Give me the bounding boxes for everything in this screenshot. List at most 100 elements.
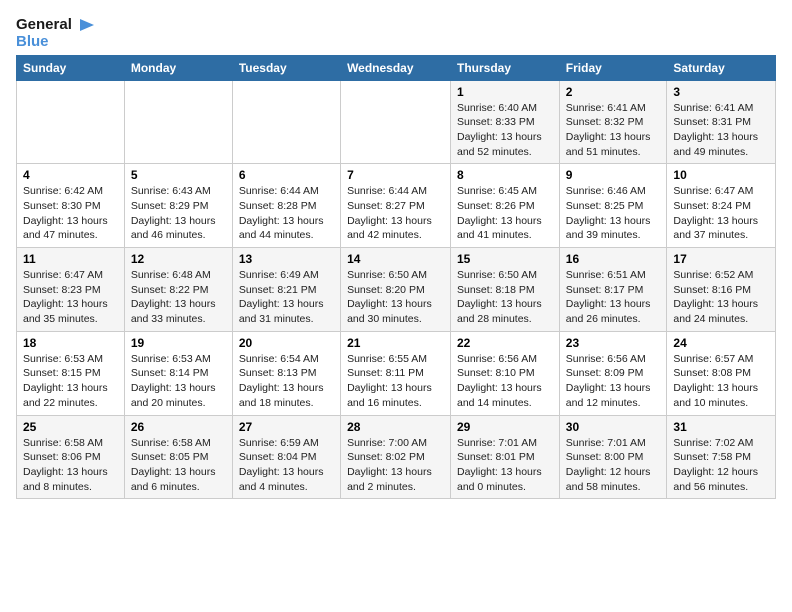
day-cell: 6 Sunrise: 6:44 AMSunset: 8:28 PMDaylight… [232, 164, 340, 248]
week-row-4: 18 Sunrise: 6:53 AMSunset: 8:15 PMDayligh… [17, 331, 776, 415]
day-info: Sunrise: 6:44 AMSunset: 8:28 PMDaylight:… [239, 184, 334, 243]
day-cell: 19 Sunrise: 6:53 AMSunset: 8:14 PMDayligh… [124, 331, 232, 415]
day-cell: 15 Sunrise: 6:50 AMSunset: 8:18 PMDayligh… [451, 248, 560, 332]
week-row-5: 25Sunrise: 6:58 AMSunset: 8:06 PMDayligh… [17, 415, 776, 499]
col-header-saturday: Saturday [667, 55, 776, 80]
day-info: Sunrise: 6:48 AMSunset: 8:22 PMDaylight:… [131, 268, 226, 327]
day-cell: 1 Sunrise: 6:40 AMSunset: 8:33 PMDaylight… [451, 80, 560, 164]
day-cell: 12 Sunrise: 6:48 AMSunset: 8:22 PMDayligh… [124, 248, 232, 332]
logo-text: General Blue [16, 16, 94, 51]
day-info: Sunrise: 6:41 AMSunset: 8:32 PMDaylight:… [566, 101, 661, 160]
day-number: 30 [566, 420, 661, 434]
day-cell: 20Sunrise: 6:54 AMSunset: 8:13 PMDayligh… [232, 331, 340, 415]
day-info: Sunrise: 6:56 AMSunset: 8:10 PMDaylight:… [457, 352, 553, 411]
day-info: Sunrise: 6:56 AMSunset: 8:09 PMDaylight:… [566, 352, 661, 411]
day-info: Sunrise: 6:46 AMSunset: 8:25 PMDaylight:… [566, 184, 661, 243]
day-info: Sunrise: 7:02 AMSunset: 7:58 PMDaylight:… [673, 436, 769, 495]
day-cell [341, 80, 451, 164]
day-info: Sunrise: 6:57 AMSunset: 8:08 PMDaylight:… [673, 352, 769, 411]
day-info: Sunrise: 6:45 AMSunset: 8:26 PMDaylight:… [457, 184, 553, 243]
day-number: 17 [673, 252, 769, 266]
logo: General Blue [16, 16, 94, 51]
day-cell [232, 80, 340, 164]
day-cell: 14 Sunrise: 6:50 AMSunset: 8:20 PMDayligh… [341, 248, 451, 332]
day-info: Sunrise: 6:59 AMSunset: 8:04 PMDaylight:… [239, 436, 334, 495]
col-header-thursday: Thursday [451, 55, 560, 80]
day-info: Sunrise: 6:55 AMSunset: 8:11 PMDaylight:… [347, 352, 444, 411]
day-info: Sunrise: 6:51 AMSunset: 8:17 PMDaylight:… [566, 268, 661, 327]
day-number: 11 [23, 252, 118, 266]
day-number: 19 [131, 336, 226, 350]
day-info: Sunrise: 6:53 AMSunset: 8:15 PMDaylight:… [23, 352, 118, 411]
day-number: 24 [673, 336, 769, 350]
day-info: Sunrise: 6:50 AMSunset: 8:20 PMDaylight:… [347, 268, 444, 327]
day-cell: 26 Sunrise: 6:58 AMSunset: 8:05 PMDayligh… [124, 415, 232, 499]
day-cell: 21 Sunrise: 6:55 AMSunset: 8:11 PMDayligh… [341, 331, 451, 415]
col-header-wednesday: Wednesday [341, 55, 451, 80]
day-cell: 31 Sunrise: 7:02 AMSunset: 7:58 PMDayligh… [667, 415, 776, 499]
day-info: Sunrise: 6:49 AMSunset: 8:21 PMDaylight:… [239, 268, 334, 327]
day-cell: 16 Sunrise: 6:51 AMSunset: 8:17 PMDayligh… [559, 248, 667, 332]
day-info: Sunrise: 6:41 AMSunset: 8:31 PMDaylight:… [673, 101, 769, 160]
day-info: Sunrise: 6:44 AMSunset: 8:27 PMDaylight:… [347, 184, 444, 243]
day-info: Sunrise: 6:43 AMSunset: 8:29 PMDaylight:… [131, 184, 226, 243]
day-number: 20 [239, 336, 334, 350]
day-cell: 18 Sunrise: 6:53 AMSunset: 8:15 PMDayligh… [17, 331, 125, 415]
day-cell: 13Sunrise: 6:49 AMSunset: 8:21 PMDayligh… [232, 248, 340, 332]
day-cell: 27 Sunrise: 6:59 AMSunset: 8:04 PMDayligh… [232, 415, 340, 499]
day-info: Sunrise: 7:00 AMSunset: 8:02 PMDaylight:… [347, 436, 444, 495]
week-row-2: 4Sunrise: 6:42 AMSunset: 8:30 PMDaylight… [17, 164, 776, 248]
day-cell: 2 Sunrise: 6:41 AMSunset: 8:32 PMDaylight… [559, 80, 667, 164]
col-header-tuesday: Tuesday [232, 55, 340, 80]
day-cell: 10Sunrise: 6:47 AMSunset: 8:24 PMDayligh… [667, 164, 776, 248]
day-cell: 11Sunrise: 6:47 AMSunset: 8:23 PMDayligh… [17, 248, 125, 332]
day-number: 25 [23, 420, 118, 434]
day-cell: 4Sunrise: 6:42 AMSunset: 8:30 PMDaylight… [17, 164, 125, 248]
day-number: 14 [347, 252, 444, 266]
day-number: 1 [457, 85, 553, 99]
day-cell: 9Sunrise: 6:46 AMSunset: 8:25 PMDaylight… [559, 164, 667, 248]
day-cell: 8 Sunrise: 6:45 AMSunset: 8:26 PMDaylight… [451, 164, 560, 248]
day-number: 18 [23, 336, 118, 350]
day-number: 7 [347, 168, 444, 182]
day-info: Sunrise: 6:47 AMSunset: 8:24 PMDaylight:… [673, 184, 769, 243]
day-number: 29 [457, 420, 553, 434]
day-number: 22 [457, 336, 553, 350]
day-number: 21 [347, 336, 444, 350]
header: General Blue [16, 16, 776, 51]
day-info: Sunrise: 6:42 AMSunset: 8:30 PMDaylight:… [23, 184, 118, 243]
week-row-3: 11Sunrise: 6:47 AMSunset: 8:23 PMDayligh… [17, 248, 776, 332]
day-number: 31 [673, 420, 769, 434]
day-number: 16 [566, 252, 661, 266]
day-cell: 24 Sunrise: 6:57 AMSunset: 8:08 PMDayligh… [667, 331, 776, 415]
day-info: Sunrise: 6:58 AMSunset: 8:05 PMDaylight:… [131, 436, 226, 495]
day-number: 28 [347, 420, 444, 434]
day-cell: 28 Sunrise: 7:00 AMSunset: 8:02 PMDayligh… [341, 415, 451, 499]
day-cell: 7 Sunrise: 6:44 AMSunset: 8:27 PMDaylight… [341, 164, 451, 248]
day-number: 27 [239, 420, 334, 434]
day-number: 2 [566, 85, 661, 99]
day-cell: 5 Sunrise: 6:43 AMSunset: 8:29 PMDaylight… [124, 164, 232, 248]
day-cell: 23 Sunrise: 6:56 AMSunset: 8:09 PMDayligh… [559, 331, 667, 415]
day-cell: 3Sunrise: 6:41 AMSunset: 8:31 PMDaylight… [667, 80, 776, 164]
col-header-friday: Friday [559, 55, 667, 80]
day-cell: 17 Sunrise: 6:52 AMSunset: 8:16 PMDayligh… [667, 248, 776, 332]
day-cell: 30 Sunrise: 7:01 AMSunset: 8:00 PMDayligh… [559, 415, 667, 499]
day-info: Sunrise: 6:53 AMSunset: 8:14 PMDaylight:… [131, 352, 226, 411]
day-info: Sunrise: 6:50 AMSunset: 8:18 PMDaylight:… [457, 268, 553, 327]
day-number: 15 [457, 252, 553, 266]
day-number: 12 [131, 252, 226, 266]
col-header-sunday: Sunday [17, 55, 125, 80]
day-info: Sunrise: 6:52 AMSunset: 8:16 PMDaylight:… [673, 268, 769, 327]
day-info: Sunrise: 6:40 AMSunset: 8:33 PMDaylight:… [457, 101, 553, 160]
header-row: SundayMondayTuesdayWednesdayThursdayFrid… [17, 55, 776, 80]
day-number: 8 [457, 168, 553, 182]
day-number: 23 [566, 336, 661, 350]
day-cell [17, 80, 125, 164]
day-cell: 25Sunrise: 6:58 AMSunset: 8:06 PMDayligh… [17, 415, 125, 499]
day-number: 6 [239, 168, 334, 182]
day-number: 5 [131, 168, 226, 182]
day-cell [124, 80, 232, 164]
day-info: Sunrise: 7:01 AMSunset: 8:00 PMDaylight:… [566, 436, 661, 495]
day-number: 26 [131, 420, 226, 434]
